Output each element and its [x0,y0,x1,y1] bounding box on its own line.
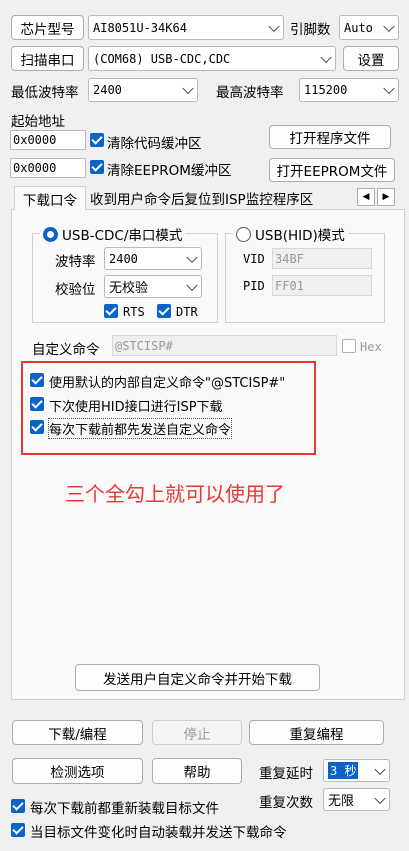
repeat-count-select[interactable]: 无限 [323,788,390,811]
arrow-left-icon: ◀ [362,192,370,202]
auto-reload-checkbox[interactable] [11,823,25,837]
detect-options-button[interactable]: 检测选项 [12,758,143,784]
reload-before-download-checkbox[interactable] [11,799,25,813]
chevron-down-icon [186,279,198,291]
tab-reset-to-isp[interactable]: 收到用户命令后复位到ISP监控程序区 [90,188,356,208]
serial-mode-radio[interactable] [43,226,58,242]
send-custom-command-button[interactable]: 发送用户自定义命令并开始下载 [75,664,320,691]
clear-code-buffer-checkbox[interactable] [90,133,104,147]
parity-select[interactable]: 无校验 [104,275,202,298]
arrow-right-icon: ▶ [382,192,390,202]
max-baud-label: 最高波特率 [216,85,284,101]
repeat-count-label: 重复次数 [259,795,313,811]
chevron-down-icon [186,251,198,263]
vid-input[interactable]: 34BF [272,248,372,269]
chevron-down-icon [268,20,280,32]
hid-mode-radio-container[interactable]: USB(HID)模式 [233,224,348,244]
chevron-down-icon [374,763,386,775]
clear-eeprom-buffer-label: 清除EEPROM缓冲区 [107,163,232,179]
serial-mode-radio-container[interactable]: USB-CDC/串口模式 [40,224,186,244]
help-button[interactable]: 帮助 [152,758,242,784]
repeat-delay-select[interactable]: 3 秒 [323,759,390,782]
scan-port-button[interactable]: 扫描串口 [11,46,84,71]
tab-download-command[interactable]: 下载口令 [14,186,86,210]
chevron-down-icon [383,82,395,95]
repeat-delay-label: 重复延时 [259,766,313,782]
pins-label: 引脚数 [290,22,331,38]
repeat-program-button[interactable]: 重复编程 [249,720,384,745]
hex-label: Hex [360,340,382,354]
stop-button[interactable]: 停止 [152,720,242,745]
max-baud-select[interactable]: 115200 [299,78,399,102]
hid-mode-label: USB(HID)模式 [255,228,345,244]
rts-label: RTS [123,305,145,319]
serial-baud-label: 波特率 [55,254,96,270]
chip-model-button[interactable]: 芯片型号 [11,15,84,40]
tab-scroll-right-button[interactable]: ▶ [377,188,395,206]
custom-command-input[interactable]: @STCISP# [112,335,337,356]
chevron-down-icon [374,792,386,804]
settings-button[interactable]: 设置 [343,46,399,71]
min-baud-select[interactable]: 2400 [88,78,198,102]
chip-model-select[interactable]: AI8051U-34K64 [88,15,284,40]
hid-mode-radio[interactable] [236,226,251,242]
open-eeprom-file-button[interactable]: 打开EEPROM文件 [269,158,395,182]
reload-before-download-label: 每次下载前都重新装载目标文件 [30,801,219,817]
parity-label: 校验位 [55,282,96,298]
annotation-text: 三个全勾上就可以使用了 [65,482,285,506]
min-baud-label: 最低波特率 [11,85,79,101]
chevron-down-icon [320,51,332,63]
clear-code-buffer-label: 清除代码缓冲区 [107,136,202,152]
start-address-label: 起始地址 [11,114,65,130]
eeprom-address-input[interactable]: 0x0000 [10,158,86,178]
pins-select[interactable]: Auto [339,15,399,40]
serial-baud-select[interactable]: 2400 [104,247,202,270]
port-select[interactable]: (COM68) USB-CDC,CDC [88,46,336,71]
custom-command-label: 自定义命令 [32,342,100,358]
open-program-file-button[interactable]: 打开程序文件 [269,125,391,149]
clear-eeprom-buffer-checkbox[interactable] [90,160,104,174]
code-address-input[interactable]: 0x0000 [10,130,86,150]
pid-label: PID [243,279,265,293]
download-program-button[interactable]: 下载/编程 [12,720,143,745]
rts-checkbox[interactable] [104,304,118,318]
dtr-checkbox[interactable] [157,304,171,318]
serial-mode-label: USB-CDC/串口模式 [62,228,183,244]
chevron-down-icon [383,20,395,32]
auto-reload-label: 当目标文件变化时自动装载并发送下载命令 [30,825,287,841]
tab-scroll-left-button[interactable]: ◀ [357,188,375,206]
dtr-label: DTR [176,305,198,319]
vid-label: VID [243,252,265,266]
hex-checkbox[interactable] [342,339,356,353]
highlight-box [21,361,316,455]
pid-input[interactable]: FF01 [272,275,372,296]
chevron-down-icon [182,82,194,95]
